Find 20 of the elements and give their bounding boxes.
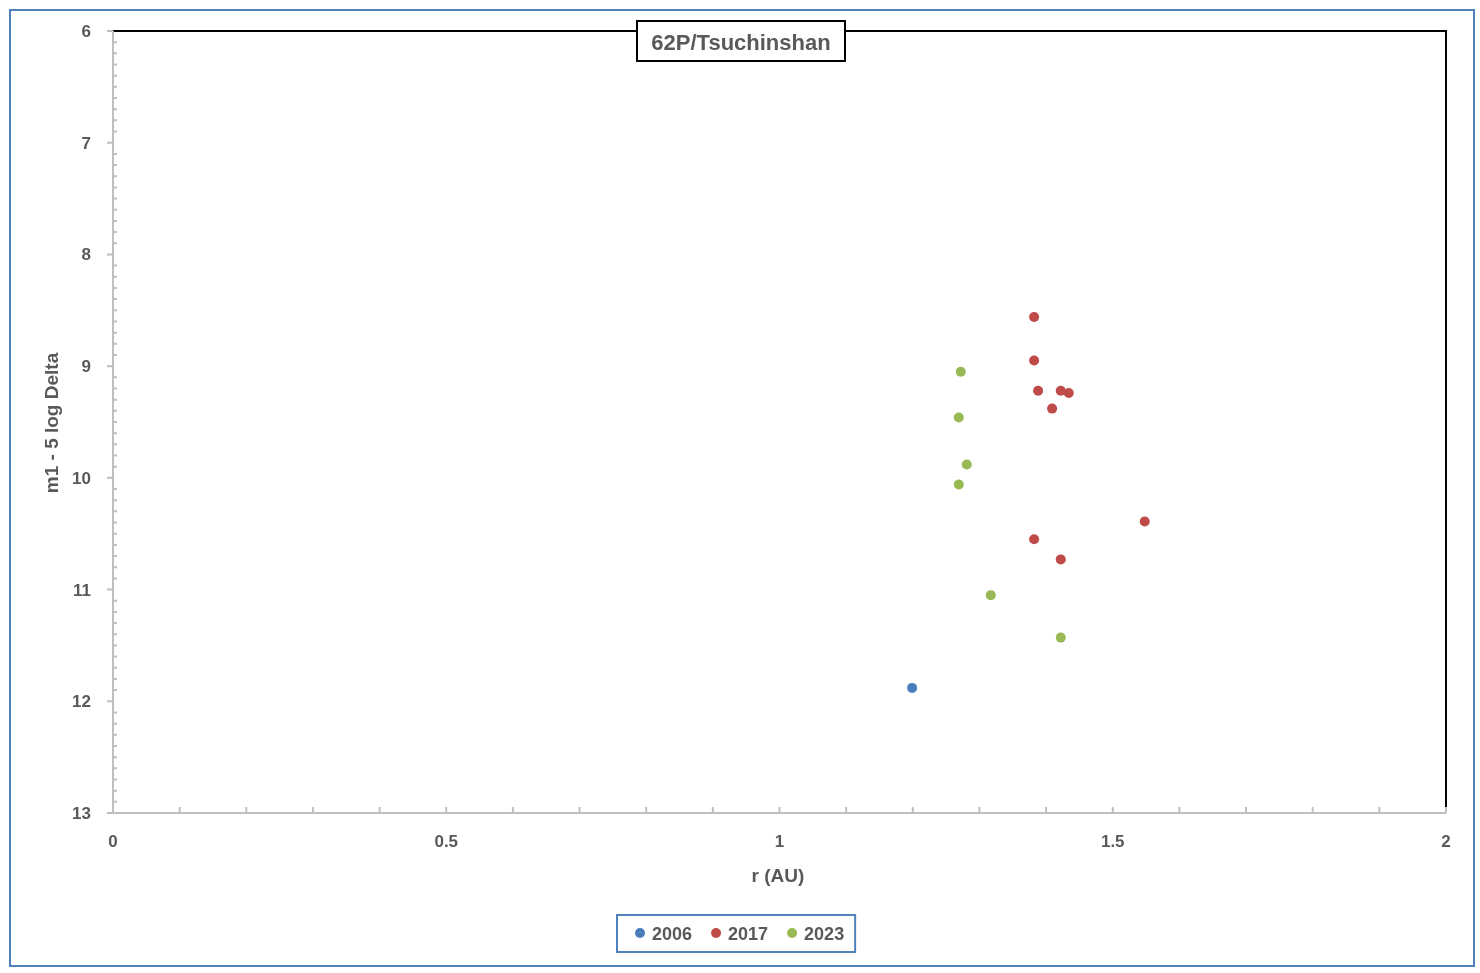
axis-tick-label: 12 (72, 692, 91, 712)
x-axis-title: r (AU) (751, 865, 805, 886)
axis-tick-label: 1.5 (1100, 832, 1125, 851)
axis-tick-label: 13 (72, 804, 91, 823)
axis-tick-label: 1 (774, 832, 785, 851)
chart-title: 62P/Tsuchinshan (651, 30, 831, 55)
legend-label: 2006 (652, 924, 693, 944)
axis-tick-label: 8 (81, 245, 91, 265)
axis-tick-label: 6 (81, 22, 91, 41)
axis-tick-label: 7 (81, 133, 91, 153)
legend-label: 2017 (728, 924, 769, 944)
legend-label: 2023 (804, 924, 845, 944)
axis-tick-label: 0.5 (434, 832, 459, 851)
axis-tick-label: 10 (72, 468, 91, 488)
chart-title: 62P/Tsuchinshan (636, 20, 846, 62)
axis-tick-label: 11 (73, 580, 91, 600)
axis-tick-label: 9 (81, 357, 91, 377)
axis-tick-label: 2 (1441, 832, 1451, 851)
axis-tick-label: 0 (108, 832, 118, 851)
y-axis-title: m1 - 5 log Delta (41, 352, 62, 494)
